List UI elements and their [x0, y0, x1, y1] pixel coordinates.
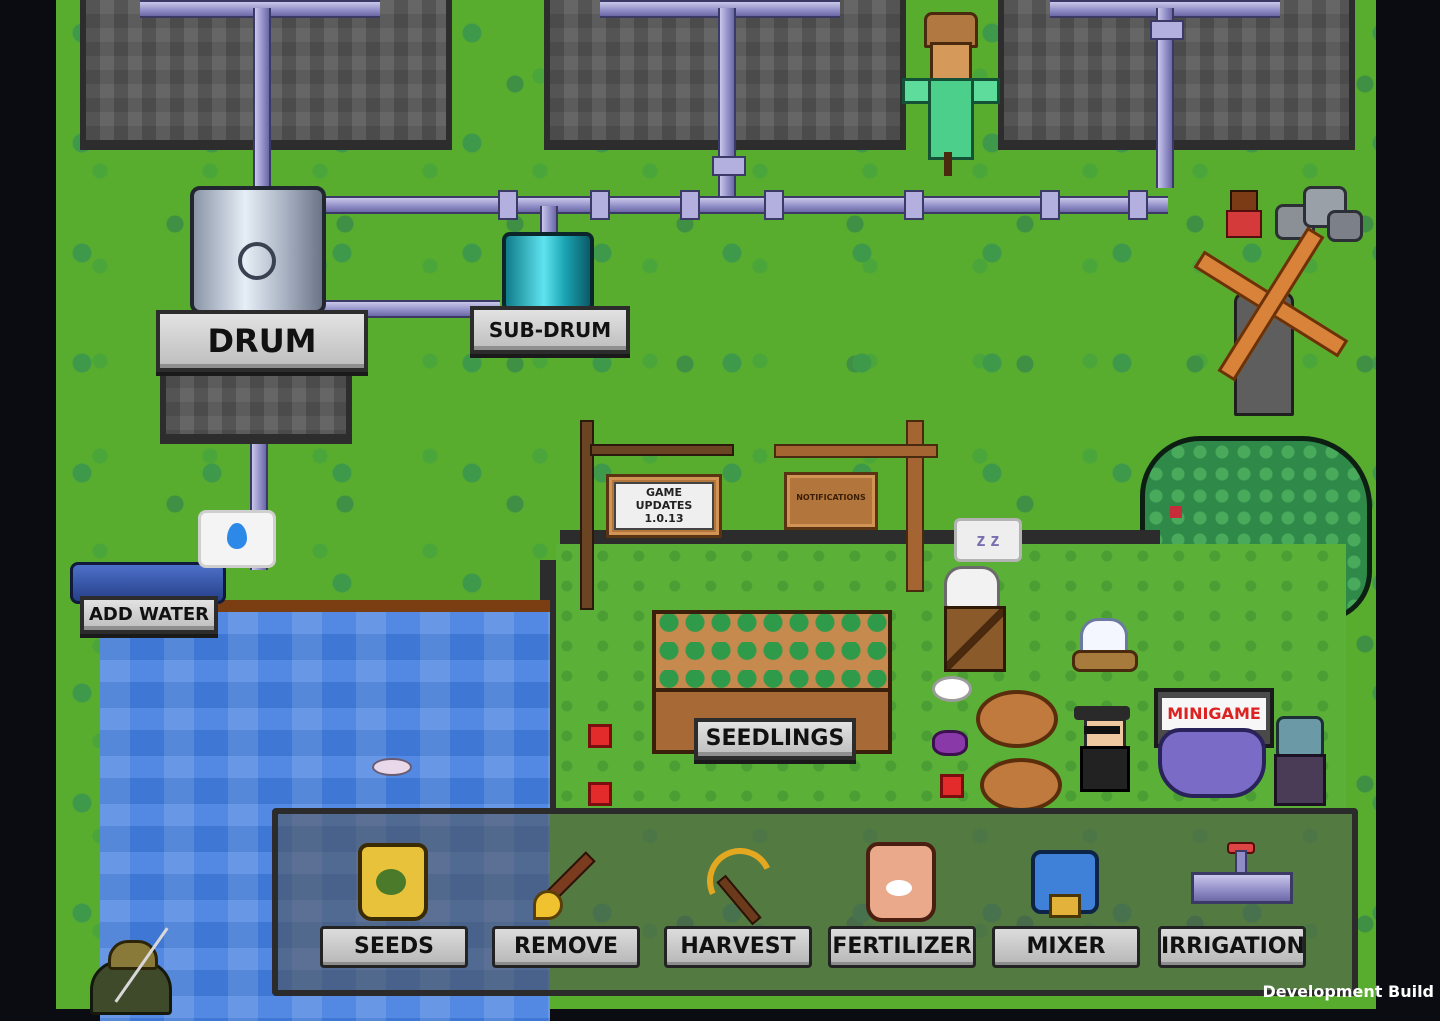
fertilizer-bag-icon: [861, 842, 941, 922]
tool-fertilizer[interactable]: FERTILIZER: [828, 832, 976, 974]
scythe-icon: [697, 838, 783, 926]
tool-fertilizer-label: FERTILIZER: [828, 926, 976, 968]
shovel-icon: [525, 842, 605, 922]
tool-harvest[interactable]: HARVEST: [664, 832, 812, 974]
game-updates-sign[interactable]: GAME UPDATES 1.0.13: [606, 474, 722, 538]
pipe-joint: [904, 190, 924, 220]
pipe-main-horizontal: [300, 196, 1168, 214]
tool-mixer-label: MIXER: [992, 926, 1140, 968]
water-drop-bubble[interactable]: [198, 510, 276, 568]
fisherman-character[interactable]: [80, 927, 180, 1015]
pipe-joint: [1128, 190, 1148, 220]
notifications-label: NOTIFICATIONS: [796, 493, 866, 502]
seedlings-label[interactable]: SEEDLINGS: [694, 718, 856, 760]
pipe-joint: [1150, 20, 1184, 40]
tool-seeds-label: SEEDS: [320, 926, 468, 968]
sign-arm-updates: [590, 444, 734, 456]
pipe-joint: [590, 190, 610, 220]
pipe-joint: [498, 190, 518, 220]
mixer-icon: [1025, 842, 1105, 922]
zombie-character[interactable]: [1270, 716, 1326, 806]
flower-white: [932, 676, 972, 702]
tool-remove[interactable]: REMOVE: [492, 832, 640, 974]
tool-remove-label: REMOVE: [492, 926, 640, 968]
tool-irrigation[interactable]: IRRIGATION: [1158, 832, 1306, 974]
tool-mixer[interactable]: MIXER: [992, 832, 1140, 974]
pipe-joint: [764, 190, 784, 220]
drum-stand: [160, 360, 352, 444]
game-updates-line2: UPDATES: [635, 499, 693, 512]
tool-bar: SEEDS REMOVE HARVEST FERTILIZER MIXER IR…: [272, 808, 1358, 996]
scarecrow: [902, 12, 1000, 176]
water-drop-icon: [227, 523, 247, 549]
add-water-button[interactable]: ADD WATER: [80, 596, 218, 634]
development-build-label: Development Build: [1262, 982, 1434, 1001]
feed-basket-2[interactable]: [980, 758, 1062, 812]
minigame-label: MINIGAME: [1162, 698, 1266, 730]
seed-bag-icon: [353, 842, 433, 922]
sleep-bubble: z z: [954, 518, 1022, 562]
pipe-vertical-drum: [253, 8, 271, 190]
sleep-bubble-text: z z: [976, 530, 1000, 550]
game-updates-line1: GAME: [645, 486, 682, 499]
flower-red: [588, 724, 612, 748]
sign-arm-notifications: [774, 444, 938, 458]
pipe-joint: [712, 156, 746, 176]
pipe-joint: [1040, 190, 1060, 220]
valve-pipe-icon: [1191, 842, 1293, 922]
flower-red: [588, 782, 612, 806]
drum-logo-icon: [238, 242, 276, 280]
game-updates-version: 1.0.13: [644, 512, 684, 525]
drum-label[interactable]: DRUM: [156, 310, 368, 372]
tool-harvest-label: HARVEST: [664, 926, 812, 968]
chicken-nest[interactable]: [1072, 614, 1138, 672]
notifications-sign[interactable]: NOTIFICATIONS: [784, 472, 878, 530]
masked-character[interactable]: [1066, 704, 1138, 804]
pipe-joint: [680, 190, 700, 220]
flower-red: [940, 774, 964, 798]
fish[interactable]: [372, 758, 412, 776]
subdrum-label[interactable]: SUB-DRUM: [470, 306, 630, 354]
tool-seeds[interactable]: SEEDS: [320, 832, 468, 974]
gamepad-icon[interactable]: [1158, 728, 1266, 798]
windmill[interactable]: [1180, 222, 1356, 416]
subdrum-barrel[interactable]: [502, 232, 594, 312]
feed-basket-1[interactable]: [976, 690, 1058, 748]
tool-irrigation-label: IRRIGATION: [1158, 926, 1306, 968]
flower-purple: [932, 730, 968, 756]
drum-barrel[interactable]: [190, 186, 326, 314]
wooden-crate: [944, 606, 1006, 672]
